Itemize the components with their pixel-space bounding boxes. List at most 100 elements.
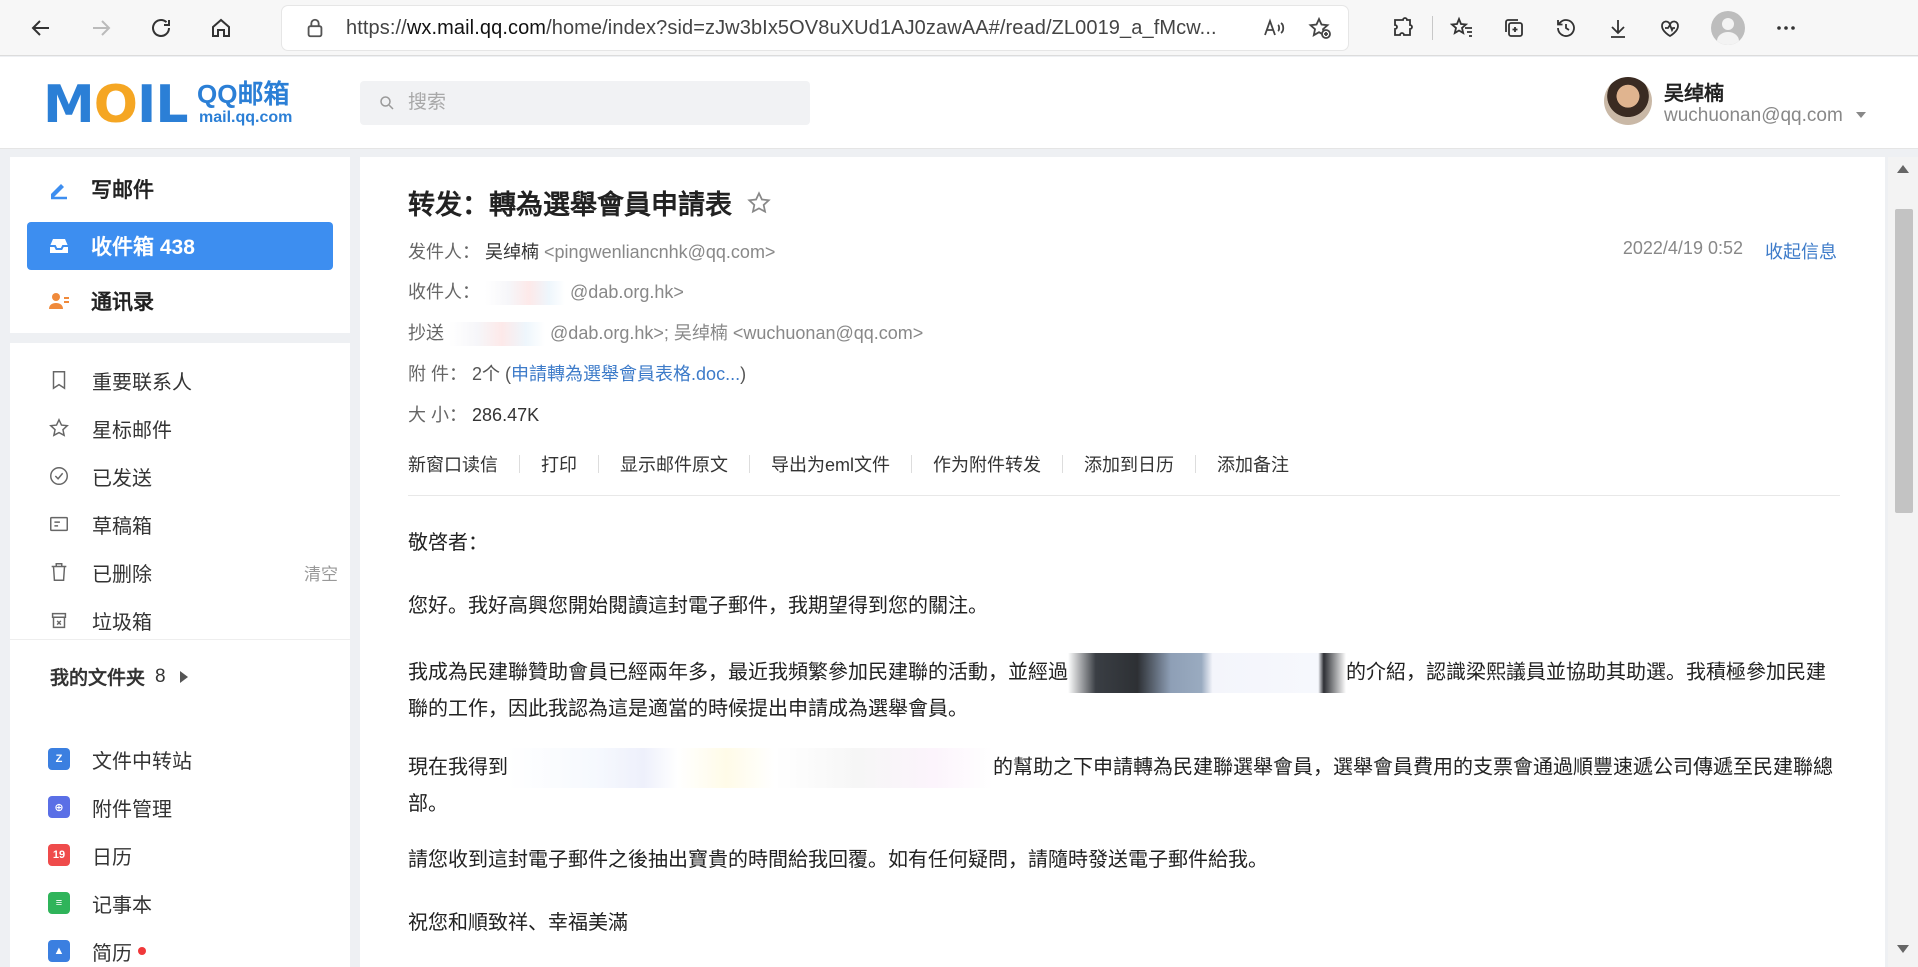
qq-mail-logo[interactable]: MOIL QQ邮箱 mail.qq.com — [43, 77, 303, 133]
more-button[interactable] — [1767, 9, 1805, 47]
heart-pulse-icon — [1661, 20, 1679, 38]
attachment-link[interactable]: 申請轉為選舉會員表格.doc... — [511, 364, 740, 384]
downloads-button[interactable] — [1599, 9, 1637, 47]
sidebar-item-attachments[interactable]: ⊕ 附件管理 — [48, 787, 338, 827]
print-button[interactable]: 打印 — [541, 451, 577, 477]
forward-as-attachment-button[interactable]: 作为附件转发 — [933, 451, 1041, 477]
my-folders-count: 8 — [155, 665, 166, 687]
sidebar-item-starred[interactable]: 星标邮件 — [48, 408, 338, 448]
triangle-right-icon — [179, 670, 188, 683]
refresh-icon — [152, 18, 170, 37]
scroll-down-arrow-icon[interactable] — [1897, 945, 1909, 953]
logo-brand: QQ邮箱 — [197, 79, 290, 109]
performance-button[interactable] — [1651, 9, 1689, 47]
header-divider — [408, 495, 1840, 496]
lock-icon — [304, 17, 326, 39]
my-folders-label: 我的文件夹 — [50, 668, 146, 689]
folder-label: 星标邮件 — [92, 419, 172, 442]
scroll-up-arrow-icon[interactable] — [1897, 165, 1909, 173]
size-value: 286.47K — [472, 405, 540, 425]
search-box[interactable] — [360, 81, 810, 125]
collections-button[interactable] — [1495, 9, 1533, 47]
inbox-label: 收件箱 438 — [91, 236, 195, 259]
scroll-thumb[interactable] — [1895, 209, 1913, 513]
reading-pane: 转发：轉為選舉會員申請表 发件人： 吴绰楠 <pingwenliancnhk@q… — [360, 157, 1885, 967]
caret-down-icon[interactable] — [1856, 112, 1866, 118]
size-label: 大 小： — [408, 405, 468, 425]
sidebar-item-sent[interactable]: 已发送 — [48, 456, 338, 496]
vertical-scrollbar[interactable] — [1888, 157, 1918, 967]
address-bar[interactable]: https://wx.mail.qq.com/home/index?sid=zJ… — [282, 6, 1348, 50]
sidebar-item-drafts[interactable]: 草稿箱 — [48, 504, 338, 544]
more-dots-icon — [1777, 26, 1795, 30]
read-aloud-icon[interactable] — [1262, 16, 1286, 40]
inbox-icon — [47, 234, 75, 258]
from-address[interactable]: <pingwenliancnhk@qq.com> — [544, 242, 775, 262]
sidebar-item-spam[interactable]: 垃圾箱 — [48, 600, 338, 640]
redacted-recipient — [485, 281, 566, 306]
star-icon — [48, 417, 72, 439]
sidebar-item-trash[interactable]: 已删除 清空 — [48, 552, 338, 592]
star-toggle-icon[interactable] — [746, 190, 772, 216]
folder-label: 已发送 — [92, 467, 152, 490]
search-input[interactable] — [408, 92, 788, 114]
action-separator — [1062, 455, 1064, 473]
cc-address[interactable]: @dab.org.hk>; 吴绰楠 <wuchuonan@qq.com> — [550, 323, 923, 343]
trash-icon — [48, 561, 72, 583]
unread-dot — [138, 947, 146, 955]
from-name[interactable]: 吴绰楠 — [485, 242, 539, 262]
add-note-button[interactable]: 添加备注 — [1217, 451, 1289, 477]
show-source-button[interactable]: 显示邮件原文 — [620, 451, 728, 477]
bookmark-icon — [48, 369, 72, 391]
cc-row: 抄送 @dab.org.hk>; 吴绰楠 <wuchuonan@qq.com> — [408, 319, 923, 347]
favorites-button[interactable] — [1443, 9, 1481, 47]
empty-trash-link[interactable]: 清空 — [304, 560, 338, 585]
to-address[interactable]: @dab.org.hk> — [570, 282, 684, 302]
size-row: 大 小： 286.47K — [408, 401, 539, 427]
add-favorite-icon[interactable] — [1308, 16, 1332, 40]
sidebar-item-inbox[interactable]: 收件箱 438 — [27, 222, 333, 270]
collapse-info-link[interactable]: 收起信息 — [1765, 238, 1837, 264]
folder-label: 草稿箱 — [92, 515, 152, 538]
user-avatar[interactable] — [1604, 77, 1652, 125]
redacted-helper-block — [508, 748, 993, 788]
open-new-window-button[interactable]: 新窗口读信 — [408, 451, 498, 477]
file-transfer-icon: Z — [48, 748, 70, 770]
collections-icon — [1505, 19, 1523, 37]
history-icon — [1557, 19, 1575, 37]
sidebar-item-resume[interactable]: ▲ 简历 — [48, 931, 338, 967]
sidebar-item-file-transfer[interactable]: Z 文件中转站 — [48, 739, 338, 779]
export-eml-button[interactable]: 导出为eml文件 — [771, 451, 890, 477]
cc-label: 抄送 — [408, 323, 444, 343]
sidebar-item-notes[interactable]: ≡ 记事本 — [48, 883, 338, 923]
sidebar-primary: 写邮件 收件箱 438 通讯录 — [10, 157, 350, 333]
action-separator — [1195, 455, 1197, 473]
history-button[interactable] — [1547, 9, 1585, 47]
contacts-label: 通讯录 — [91, 291, 154, 314]
compose-button[interactable]: 写邮件 — [27, 165, 333, 213]
app-label: 附件管理 — [92, 798, 172, 821]
attachment-row: 附 件： 2个 (申請轉為選舉會員表格.doc...) — [408, 360, 746, 386]
spam-icon — [48, 609, 72, 631]
arrow-left-icon — [31, 19, 49, 36]
add-to-calendar-button[interactable]: 添加到日历 — [1084, 451, 1174, 477]
home-button[interactable] — [202, 9, 240, 47]
redacted-name-block — [1068, 653, 1346, 693]
to-row: 收件人： @dab.org.hk> — [408, 278, 684, 306]
sidebar-item-vip-contacts[interactable]: 重要联系人 — [48, 360, 338, 400]
action-separator — [749, 455, 750, 473]
paragraph-3-start: 現在我得到 — [408, 756, 508, 779]
app-label: 简历 — [92, 942, 132, 965]
refresh-button[interactable] — [142, 9, 180, 47]
folder-label: 垃圾箱 — [92, 611, 152, 634]
extensions-button[interactable] — [1384, 9, 1422, 47]
sidebar-item-calendar[interactable]: 19 日历 — [48, 835, 338, 875]
my-folders-toggle[interactable]: 我的文件夹 8 — [50, 663, 188, 690]
mail-paragraph-4: 請您收到這封電子郵件之後抽出寶貴的時間給我回覆。如有任何疑問，請隨時發送電子郵件… — [408, 849, 1268, 871]
back-button[interactable] — [22, 9, 60, 47]
profile-button[interactable] — [1709, 9, 1747, 47]
sidebar-item-contacts[interactable]: 通讯录 — [27, 277, 333, 325]
url-text: https://wx.mail.qq.com/home/index?sid=zJ… — [346, 16, 1217, 39]
to-label: 收件人： — [408, 282, 480, 302]
forward-button[interactable] — [82, 9, 120, 47]
